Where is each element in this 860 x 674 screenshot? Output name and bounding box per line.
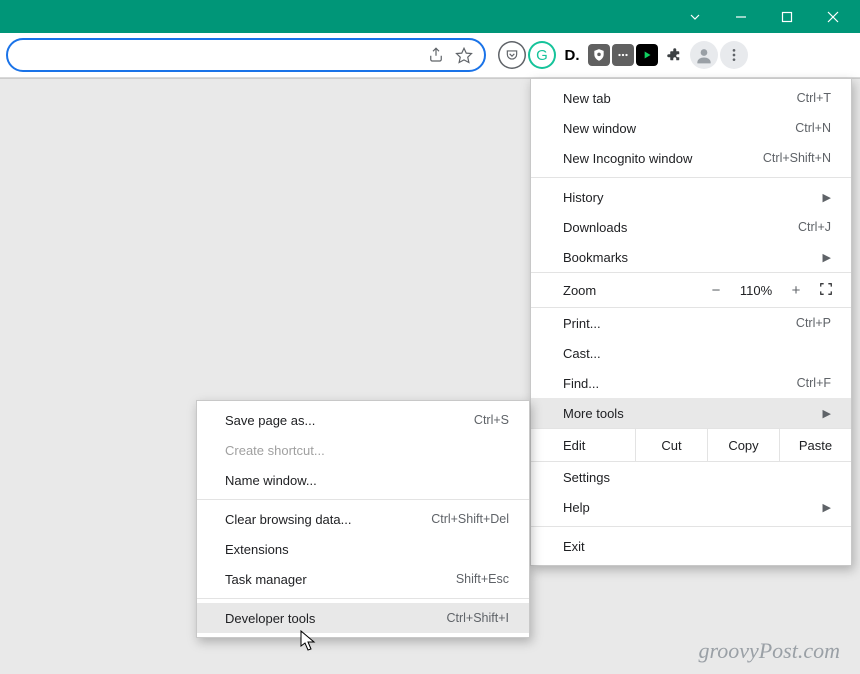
play-icon[interactable]	[636, 44, 658, 66]
submenu-label: Extensions	[225, 542, 289, 557]
shortcut-text: Ctrl+P	[796, 316, 831, 330]
pocket-icon[interactable]	[498, 41, 526, 69]
grammarly-icon[interactable]: G	[528, 41, 556, 69]
menu-label: Help	[563, 500, 590, 515]
submenu-item[interactable]: Name window...	[197, 465, 529, 495]
menu-item[interactable]: Bookmarks ▶	[531, 242, 851, 272]
submenu-item[interactable]: Task manager Shift+Esc	[197, 564, 529, 594]
menu-item[interactable]: New Incognito window Ctrl+Shift+N	[531, 143, 851, 173]
submenu-item[interactable]: Developer tools Ctrl+Shift+I	[197, 603, 529, 633]
menu-label: New Incognito window	[563, 151, 692, 166]
zoom-value: 110%	[731, 283, 781, 298]
menu-label: Settings	[563, 470, 610, 485]
zoom-row: Zoom−110%+	[531, 272, 851, 308]
menu-item[interactable]: New tab Ctrl+T	[531, 83, 851, 113]
submenu-label: Name window...	[225, 473, 317, 488]
zoom-out-button[interactable]: −	[701, 282, 731, 299]
profile-icon[interactable]	[690, 41, 718, 69]
cut-button[interactable]: Cut	[635, 429, 707, 461]
shortcut-text: Ctrl+Shift+Del	[431, 512, 509, 526]
tab-dropdown-button[interactable]	[672, 0, 718, 33]
menu-item[interactable]: New window Ctrl+N	[531, 113, 851, 143]
menu-label: Downloads	[563, 220, 627, 235]
menu-item[interactable]: Settings	[531, 462, 851, 492]
main-menu: New tab Ctrl+T New window Ctrl+N New Incogni…	[530, 78, 852, 566]
menu-label: Bookmarks	[563, 250, 628, 265]
chevron-right-icon: ▶	[823, 501, 831, 514]
fullscreen-button[interactable]	[811, 282, 841, 299]
submenu-label: Task manager	[225, 572, 307, 587]
chevron-right-icon: ▶	[823, 407, 831, 420]
shortcut-text: Ctrl+J	[798, 220, 831, 234]
edit-row: EditCutCopyPaste	[531, 428, 851, 462]
copy-button[interactable]: Copy	[707, 429, 779, 461]
ublock-icon[interactable]	[588, 44, 610, 66]
submenu-label: Save page as...	[225, 413, 315, 428]
menu-label: Print...	[563, 316, 601, 331]
chevron-right-icon: ▶	[823, 251, 831, 264]
toolbar: GD.	[0, 33, 860, 78]
menu-item[interactable]: History ▶	[531, 182, 851, 212]
submenu-item[interactable]: Save page as... Ctrl+S	[197, 405, 529, 435]
menu-item[interactable]: Exit	[531, 531, 851, 561]
menu-item[interactable]: Help ▶	[531, 492, 851, 522]
menu-label: History	[563, 190, 603, 205]
d-icon[interactable]: D.	[558, 41, 586, 69]
menu-item[interactable]: Cast...	[531, 338, 851, 368]
menu-separator	[531, 526, 851, 527]
close-button[interactable]	[810, 0, 856, 33]
share-icon[interactable]	[422, 41, 450, 69]
menu-item[interactable]: Find... Ctrl+F	[531, 368, 851, 398]
shortcut-text: Ctrl+Shift+N	[763, 151, 831, 165]
submenu-label: Create shortcut...	[225, 443, 325, 458]
menu-label: New window	[563, 121, 636, 136]
shortcut-text: Shift+Esc	[456, 572, 509, 586]
menu-item[interactable]: Downloads Ctrl+J	[531, 212, 851, 242]
menu-label: Exit	[563, 539, 585, 554]
shortcut-text: Ctrl+T	[797, 91, 831, 105]
submenu-item: Create shortcut...	[197, 435, 529, 465]
submenu-label: Developer tools	[225, 611, 315, 626]
puzzle-icon[interactable]	[660, 41, 688, 69]
submenu-item[interactable]: Clear browsing data... Ctrl+Shift+Del	[197, 504, 529, 534]
maximize-button[interactable]	[764, 0, 810, 33]
address-bar[interactable]	[6, 38, 486, 72]
zoom-label: Zoom	[563, 283, 701, 298]
menu-separator	[197, 598, 529, 599]
extensions-row: GD.	[498, 41, 748, 69]
shortcut-text: Ctrl+Shift+I	[446, 611, 509, 625]
menu-label: More tools	[563, 406, 624, 421]
titlebar	[0, 0, 860, 33]
minimize-button[interactable]	[718, 0, 764, 33]
menu-label: Find...	[563, 376, 599, 391]
square-icon[interactable]	[612, 44, 634, 66]
menu-icon[interactable]	[720, 41, 748, 69]
watermark: groovyPost.com	[698, 638, 840, 664]
star-icon[interactable]	[450, 41, 478, 69]
paste-button[interactable]: Paste	[779, 429, 851, 461]
edit-label: Edit	[531, 438, 635, 453]
menu-separator	[531, 177, 851, 178]
menu-label: New tab	[563, 91, 611, 106]
menu-item[interactable]: More tools ▶	[531, 398, 851, 428]
submenu-item[interactable]: Extensions	[197, 534, 529, 564]
more-tools-submenu: Save page as... Ctrl+S Create shortcut... N…	[196, 400, 530, 638]
submenu-label: Clear browsing data...	[225, 512, 351, 527]
shortcut-text: Ctrl+N	[795, 121, 831, 135]
zoom-in-button[interactable]: +	[781, 282, 811, 299]
menu-item[interactable]: Print... Ctrl+P	[531, 308, 851, 338]
shortcut-text: Ctrl+F	[797, 376, 831, 390]
chevron-right-icon: ▶	[823, 191, 831, 204]
menu-label: Cast...	[563, 346, 601, 361]
shortcut-text: Ctrl+S	[474, 413, 509, 427]
menu-separator	[197, 499, 529, 500]
